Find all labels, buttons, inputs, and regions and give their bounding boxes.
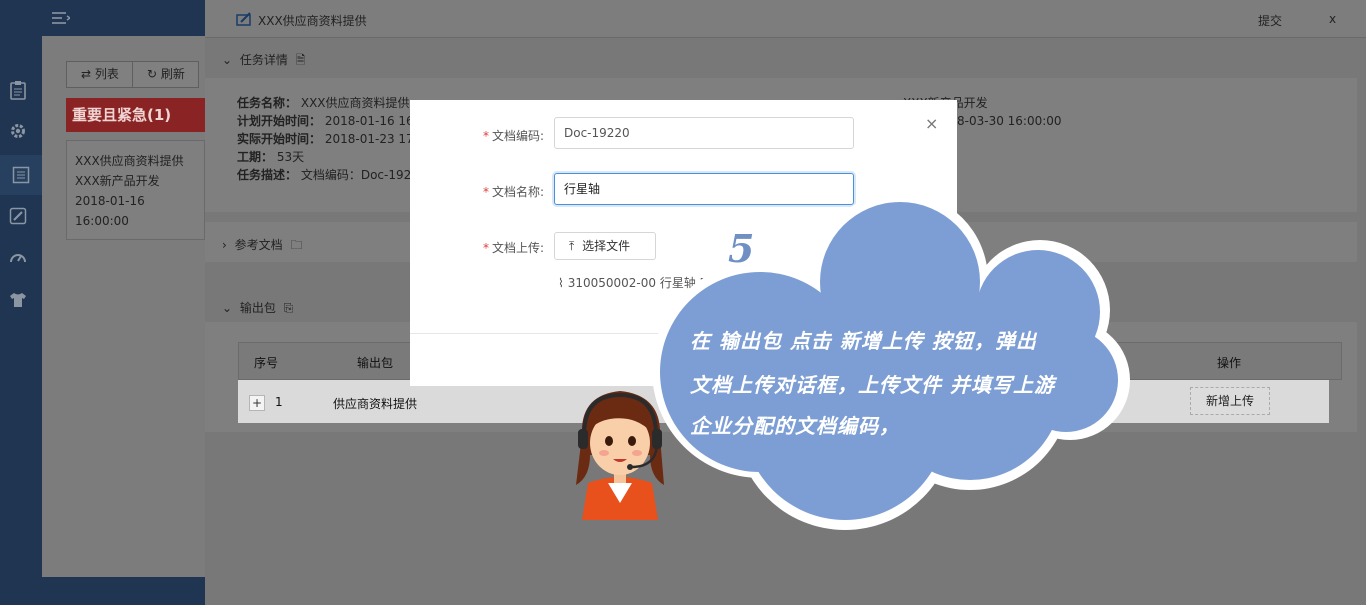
callout-line-2: 文档上传对话框，上传文件 并填写上游	[690, 373, 1055, 397]
upload-icon: ⤒	[569, 239, 575, 253]
expand-row-button[interactable]: +	[249, 395, 265, 411]
sidebar	[0, 0, 42, 605]
urgent-task-datetime: 2018-01-16 16:00:00	[75, 194, 145, 228]
add-upload-button[interactable]: 新增上传	[1190, 387, 1270, 415]
shirt-icon[interactable]	[8, 291, 28, 311]
urgent-task-card[interactable]: XXX供应商资料提供 XXX新产品开发 2018-01-16 16:00:00	[66, 140, 205, 240]
package-icon: ⎘	[283, 301, 294, 315]
task-plan-end-value: 8-03-30 16:00:00	[957, 114, 1062, 128]
support-avatar-icon	[576, 391, 664, 520]
column-header-package: 输出包	[357, 356, 394, 370]
gear-icon[interactable]	[8, 122, 28, 142]
column-header-action: 操作	[1217, 356, 1242, 370]
chevron-right-icon: ›	[222, 238, 227, 252]
window-close-button[interactable]: x	[1329, 12, 1336, 26]
folder-icon: 🗀	[290, 238, 303, 252]
task-detail-fields: 任务名称： XXX供应商资料提供 计划开始时间： 2018-01-16 16 实…	[237, 96, 414, 182]
ref-docs-header[interactable]: › 参考文档 🗀	[222, 236, 303, 257]
refresh-button-label: 刷新	[160, 67, 185, 81]
task-detail-header[interactable]: ⌄ 任务详情 🗎	[222, 51, 305, 72]
doc-upload-label: * 文档上传:	[483, 241, 545, 255]
dialog-close-button[interactable]: ×	[925, 114, 938, 133]
list-button-label: 列表	[94, 67, 119, 81]
output-pkg-header[interactable]: ⌄ 输出包 ⎘	[222, 299, 293, 316]
callout-line-1: 在 输出包 点击 新增上传 按钮，弹出	[690, 329, 1037, 353]
paperclip-icon: ⌇	[558, 276, 564, 290]
urgent-task-name: XXX供应商资料提供	[75, 154, 184, 168]
bottom-bar	[42, 577, 205, 605]
column-header-index: 序号	[254, 356, 279, 370]
list-icon[interactable]	[0, 155, 42, 195]
doc-code-input[interactable]: Doc-19220	[554, 117, 854, 149]
doc-code-label: * 文档编码:	[483, 129, 545, 143]
window-title: XXX供应商资料提供	[258, 14, 367, 28]
step-number: 5	[728, 226, 755, 271]
doc-name-label: * 文档名称:	[483, 185, 545, 199]
clipboard-icon[interactable]	[8, 80, 28, 100]
switch-icon: ⇄	[81, 67, 92, 81]
urgent-task-project: XXX新产品开发	[75, 174, 160, 188]
refresh-button[interactable]: ↻ 刷新	[132, 61, 199, 88]
chevron-down-icon: ⌄	[222, 301, 233, 315]
submit-button[interactable]: 提交	[1258, 12, 1282, 29]
row-package-name: 供应商资料提供	[333, 397, 418, 411]
urgent-header: 重要且紧急(1)	[66, 98, 205, 132]
edit-icon[interactable]	[8, 207, 28, 227]
chevron-down-icon: ⌄	[222, 53, 233, 67]
callout-line-3: 企业分配的文档编码，	[690, 414, 900, 438]
document-icon: 🗎	[295, 53, 306, 67]
speedometer-icon[interactable]	[8, 249, 28, 269]
list-button[interactable]: ⇄ 列表	[66, 61, 133, 88]
row-index: 1	[275, 395, 283, 409]
refresh-icon: ↻	[147, 67, 158, 81]
menu-toggle-icon[interactable]	[52, 10, 72, 29]
signature-icon	[236, 12, 252, 29]
window-header	[205, 0, 1366, 38]
